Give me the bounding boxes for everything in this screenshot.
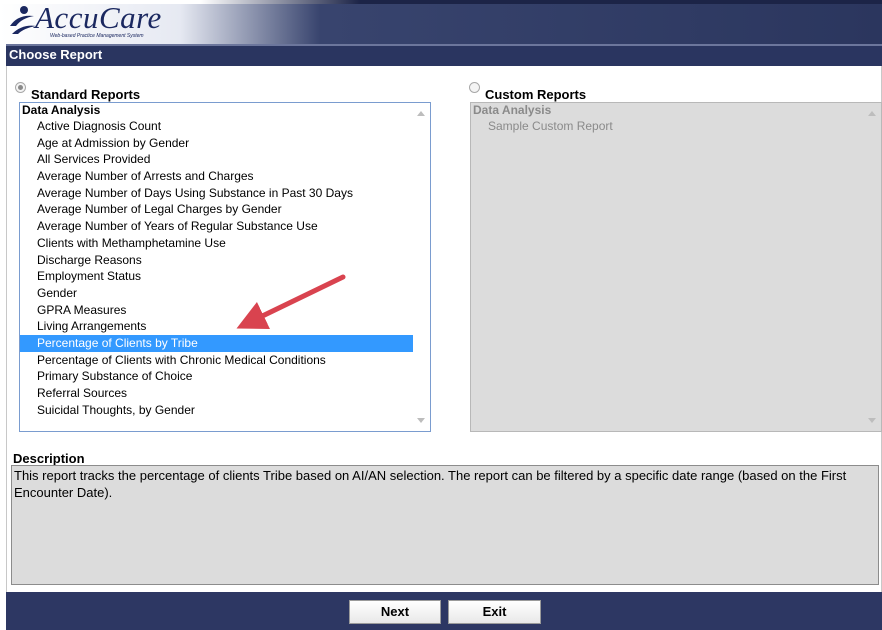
app-header: AccuCare Web-based Practice Management S… bbox=[0, 0, 882, 44]
standard-list-item[interactable]: Average Number of Years of Regular Subst… bbox=[20, 218, 413, 235]
standard-list-item[interactable]: Discharge Reasons bbox=[20, 252, 413, 269]
standard-reports-list-content: Data Analysis Active Diagnosis Count Age … bbox=[20, 103, 413, 431]
standard-group-header: Data Analysis bbox=[22, 103, 101, 117]
page-title: Choose Report bbox=[9, 47, 103, 62]
logo-swoosh-icon bbox=[10, 6, 36, 34]
standard-list-item[interactable]: Referral Sources bbox=[20, 385, 413, 402]
standard-reports-radio[interactable] bbox=[15, 82, 26, 93]
scroll-down-icon[interactable] bbox=[868, 418, 876, 423]
custom-reports-label: Custom Reports bbox=[485, 87, 587, 102]
custom-list-item[interactable]: Sample Custom Report bbox=[471, 118, 864, 135]
standard-list-item[interactable]: Average Number of Days Using Substance i… bbox=[20, 185, 413, 202]
standard-list-item[interactable]: Percentage of Clients with Chronic Medic… bbox=[20, 352, 413, 369]
standard-list-item[interactable]: Employment Status bbox=[20, 268, 413, 285]
standard-list-item[interactable]: Average Number of Arrests and Charges bbox=[20, 168, 413, 185]
standard-list-item[interactable]: Age at Admission by Gender bbox=[20, 135, 413, 152]
standard-list-item[interactable]: Average Number of Legal Charges by Gende… bbox=[20, 201, 413, 218]
standard-list-item[interactable]: Suicidal Thoughts, by Gender bbox=[20, 402, 413, 419]
standard-list-item[interactable]: Primary Substance of Choice bbox=[20, 368, 413, 385]
report-chooser: Standard Reports Data Analysis Active Di… bbox=[6, 66, 882, 592]
footer-bar: Next Exit bbox=[6, 592, 882, 630]
accucare-logo: AccuCare Web-based Practice Management S… bbox=[6, 0, 206, 44]
standard-list-item[interactable]: GPRA Measures bbox=[20, 302, 413, 319]
standard-list-item[interactable]: Percentage of Clients by Tribe bbox=[20, 334, 413, 352]
custom-reports-radio[interactable] bbox=[469, 82, 480, 93]
title-bar: Choose Report bbox=[6, 44, 882, 66]
custom-reports-list-content: Data Analysis Sample Custom Report bbox=[471, 103, 864, 431]
next-button[interactable]: Next bbox=[349, 600, 441, 624]
description-text: This report tracks the percentage of cli… bbox=[11, 465, 879, 585]
logo-wordmark: AccuCare bbox=[35, 0, 162, 35]
standard-list-item[interactable]: Active Diagnosis Count bbox=[20, 118, 413, 135]
standard-list-item[interactable]: All Services Provided bbox=[20, 151, 413, 168]
custom-reports-list[interactable]: Data Analysis Sample Custom Report bbox=[470, 102, 882, 432]
standard-reports-label: Standard Reports bbox=[31, 87, 141, 102]
scroll-up-icon[interactable] bbox=[417, 111, 425, 116]
exit-button[interactable]: Exit bbox=[448, 600, 541, 624]
custom-group-header: Data Analysis bbox=[473, 103, 552, 117]
scroll-down-icon[interactable] bbox=[417, 418, 425, 423]
description-label: Description bbox=[13, 451, 85, 466]
standard-list-item[interactable]: Living Arrangements bbox=[20, 318, 413, 335]
standard-reports-list[interactable]: Data Analysis Active Diagnosis Count Age … bbox=[19, 102, 431, 432]
standard-list-item[interactable]: Gender bbox=[20, 285, 413, 302]
standard-list-item[interactable]: Clients with Methamphetamine Use bbox=[20, 235, 413, 252]
logo-tagline: Web-based Practice Management System bbox=[50, 33, 144, 39]
custom-list-scrollbar[interactable] bbox=[864, 103, 881, 431]
standard-list-scrollbar[interactable] bbox=[413, 103, 430, 431]
scroll-up-icon[interactable] bbox=[868, 111, 876, 116]
